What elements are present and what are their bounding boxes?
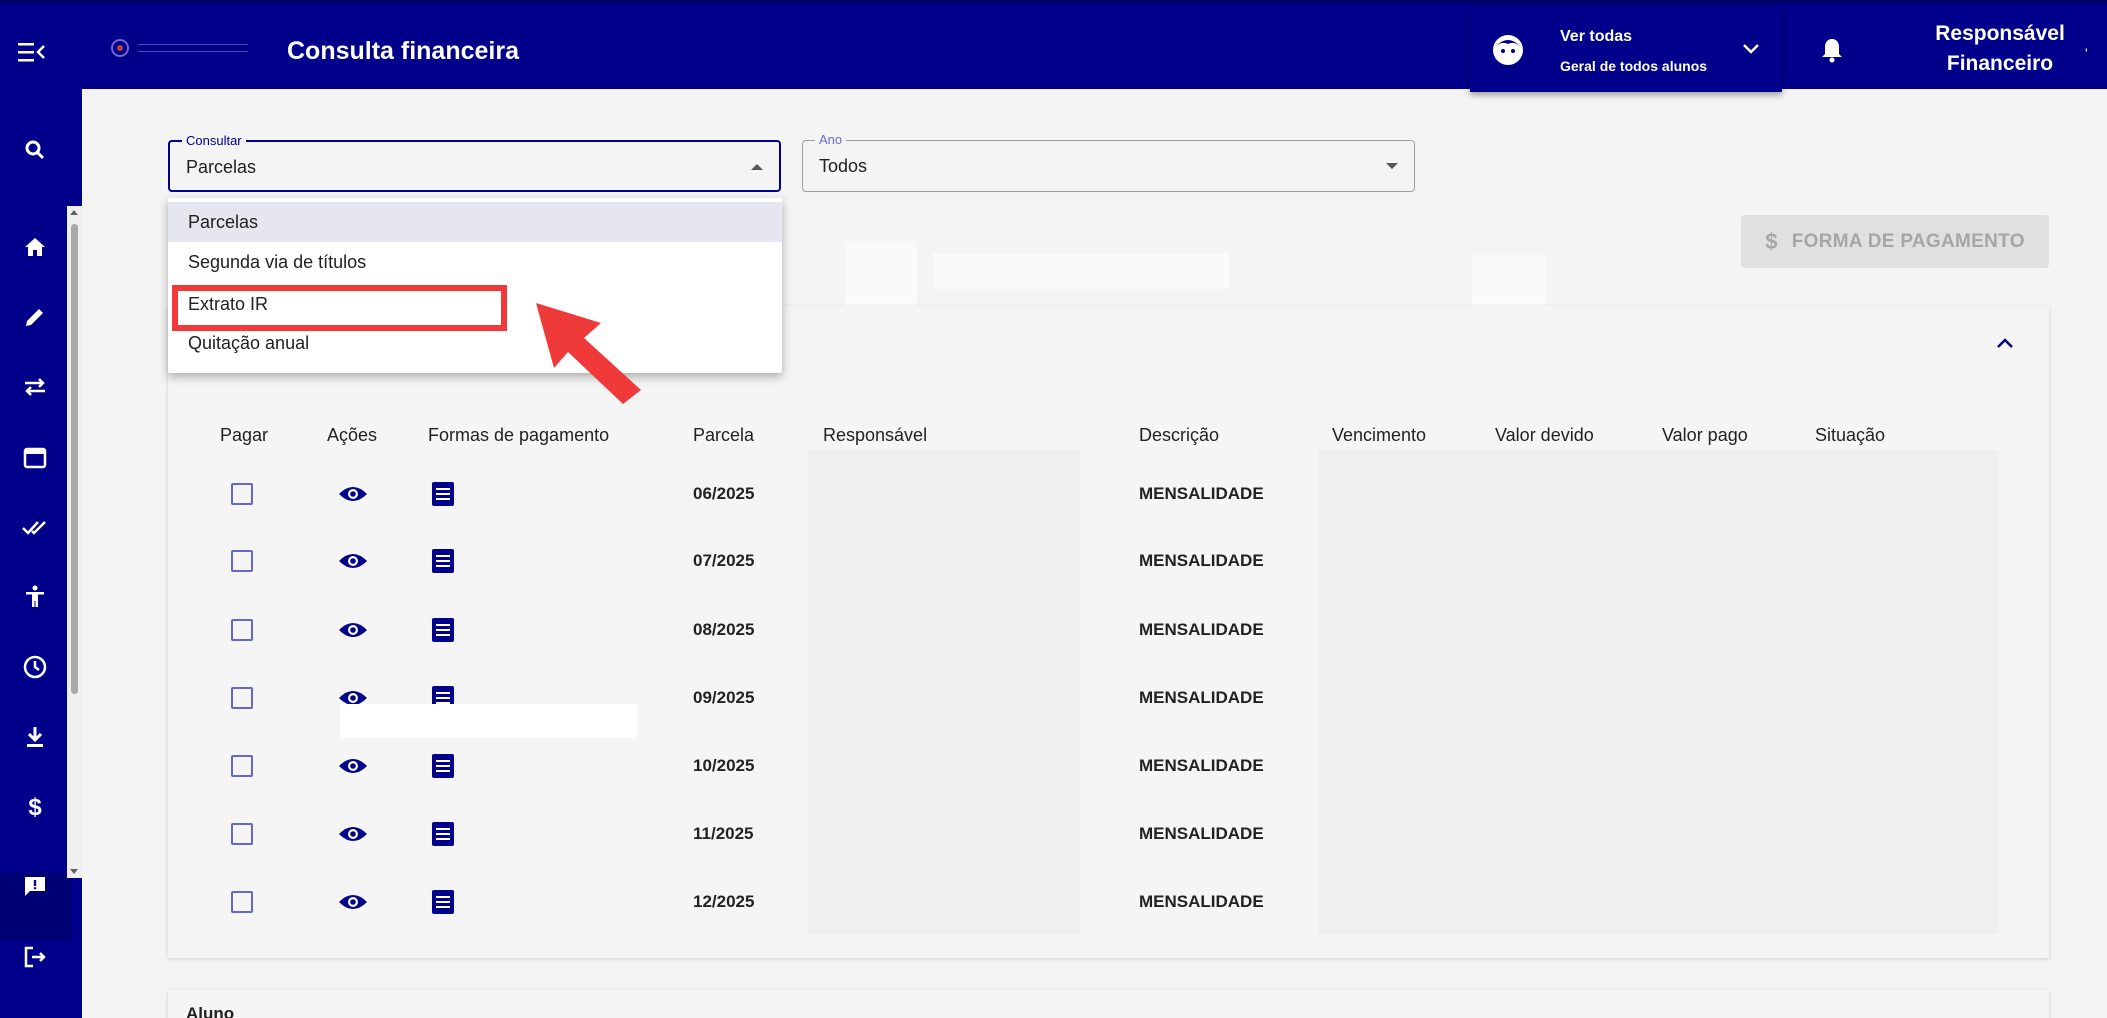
descricao-cell: MENSALIDADE [1139,620,1264,639]
eye-icon[interactable] [338,484,368,504]
student-selector-subtitle: Geral de todos alunos [1560,58,1708,74]
double-check-icon[interactable] [20,512,50,542]
logout-icon[interactable] [20,942,50,972]
pay-checkbox[interactable] [231,550,253,572]
descricao-cell: MENSALIDADE [1139,756,1264,775]
parcela-cell: 06/2025 [693,484,755,503]
sidebar-scrollbar-thumb[interactable] [71,224,78,694]
col-header-parcela: Parcela [693,425,755,445]
chevron-up-icon[interactable] [1995,336,2015,350]
chevron-down-icon[interactable] [1740,42,1762,56]
parcela-cell: 10/2025 [693,756,755,775]
descricao-cell: MENSALIDADE [1139,892,1264,911]
ano-label: Ano [815,132,847,148]
consultar-value: Parcelas [186,157,257,177]
parcela-cell: 11/2025 [693,824,754,843]
parcela-cell: 12/2025 [693,892,755,911]
sidebar-scrollbar[interactable] [67,206,82,878]
transfer-icon[interactable] [20,372,50,402]
parcela-cell: 09/2025 [693,688,755,707]
receipt-icon[interactable] [431,821,455,847]
receipt-icon[interactable] [431,753,455,779]
receipt-icon[interactable] [431,617,455,643]
descricao-cell: MENSALIDADE [1139,824,1264,843]
message-icon[interactable] [20,872,50,902]
col-header-situacao: Situação [1815,425,1886,445]
student-avatar-icon [1493,35,1523,65]
home-icon[interactable] [20,232,50,262]
placeholder-block [933,253,1229,289]
user-role-line2: Financeiro [1946,52,2054,75]
top-bar: Consulta financeira Ver todas Geral de t… [0,0,2107,92]
col-header-valor-devido: Valor devido [1495,425,1594,445]
pay-checkbox[interactable] [231,755,253,777]
user-menu-indicator[interactable]: ' [2085,45,2088,61]
responsavel-column-bg [808,450,1080,934]
user-role[interactable]: Responsável Financeiro [1925,19,2075,79]
calendar-icon[interactable] [20,442,50,472]
pay-checkbox[interactable] [231,483,253,505]
pencil-icon[interactable] [20,302,50,332]
student-selector-name: Ver todas [1560,28,1633,45]
caret-down-icon [1386,163,1398,169]
parcela-cell: 07/2025 [693,551,755,570]
eye-icon[interactable] [338,551,368,571]
menu-collapse-icon[interactable] [18,41,48,63]
eye-icon[interactable] [338,824,368,844]
eye-icon[interactable] [338,892,368,912]
receipt-icon[interactable] [431,481,455,507]
values-column-bg [1318,450,1999,934]
clock-icon[interactable] [20,652,50,682]
placeholder-block [845,241,917,309]
redacted-bar [340,704,637,738]
student-card-title: Aluno [186,1004,235,1018]
student-selector[interactable]: Ver todas Geral de todos alunos [1470,6,1782,92]
descricao-cell: MENSALIDADE [1139,484,1264,503]
pay-checkbox[interactable] [231,619,253,641]
col-header-vencimento: Vencimento [1332,425,1427,445]
consultar-label: Consultar [182,133,246,149]
dollar-icon: $ [1765,228,1778,254]
school-logo [108,33,248,63]
notification-bell-icon[interactable] [1820,37,1844,63]
dropdown-option-parcelas[interactable]: Parcelas [168,202,782,242]
parcela-cell: 08/2025 [693,620,755,639]
ano-select[interactable]: Ano Todos [802,132,1415,192]
receipt-icon[interactable] [431,889,455,915]
pay-checkbox[interactable] [231,687,253,709]
download-icon[interactable] [20,722,50,752]
red-pointer-arrow-icon [536,303,641,404]
pay-checkbox[interactable] [231,823,253,845]
highlight-box [172,285,507,331]
student-card [168,990,2049,1018]
descricao-cell: MENSALIDADE [1139,688,1264,707]
col-header-formas: Formas de pagamento [428,425,610,445]
payment-method-button[interactable]: $ FORMA DE PAGAMENTO [1741,215,2049,268]
receipt-icon[interactable] [431,548,455,574]
dropdown-option-segunda-via[interactable]: Segunda via de títulos [168,242,782,282]
eye-icon[interactable] [338,756,368,776]
eye-icon[interactable] [338,620,368,640]
search-icon[interactable] [20,135,50,165]
descricao-cell: MENSALIDADE [1139,551,1264,570]
col-header-valor-pago: Valor pago [1662,425,1748,445]
col-header-pagar: Pagar [220,425,269,445]
consultar-select[interactable]: Consultar Parcelas [168,133,781,192]
sidebar: $ [0,89,82,1018]
user-role-line1: Responsável [1935,22,2065,45]
col-header-acoes: Ações [327,425,378,445]
col-header-responsavel: Responsável [823,425,928,445]
accessibility-icon[interactable] [20,582,50,612]
svg-text:$: $ [28,794,42,821]
pay-checkbox[interactable] [231,891,253,913]
page-title: Consulta financeira [287,37,519,65]
payment-method-button-label: FORMA DE PAGAMENTO [1791,230,2025,252]
col-header-descricao: Descrição [1139,425,1220,445]
caret-up-icon [751,164,763,170]
dollar-icon[interactable]: $ [20,792,50,822]
ano-value: Todos [819,156,868,176]
